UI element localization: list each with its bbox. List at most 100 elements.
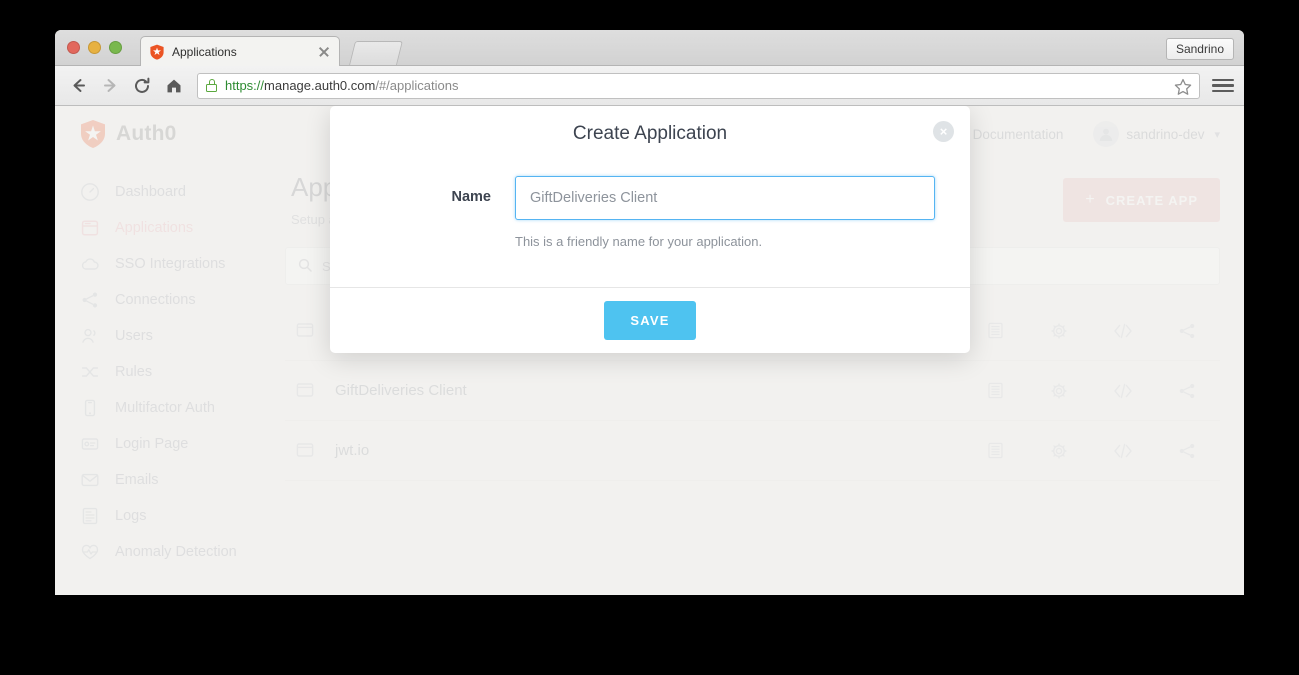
modal-body: Name GiftDeliveries Client This is a fri… [330,162,970,287]
sidebar-item-label: Logs [115,508,147,524]
close-icon-glyph: × [939,124,948,139]
reload-button[interactable] [129,73,155,99]
close-icon[interactable]: × [933,121,954,142]
sidebar-item-rules[interactable]: Rules [79,354,285,390]
logs-action-icon[interactable] [984,440,1006,462]
sidebar-item-logs[interactable]: Logs [79,498,285,534]
settings-action-icon[interactable] [1048,380,1070,402]
home-button[interactable] [161,73,187,99]
account-name: sandrino-dev [1126,126,1205,142]
sidebar-item-applications[interactable]: Applications [79,210,285,246]
sidebar-item-label: Applications [115,220,194,236]
logs-action-icon[interactable] [984,320,1006,342]
auth0-logo-text: Auth0 [116,122,177,145]
table-row[interactable]: jwt.io [285,421,1220,481]
tab-close-icon[interactable] [317,45,331,59]
cloud-icon [79,253,101,275]
sidebar-item-label: SSO Integrations [115,256,226,272]
secure-lock-icon [206,79,217,92]
auth0-logo[interactable]: Auth0 [79,119,177,149]
connections-icon [79,289,101,311]
browser-profile-name: Sandrino [1175,42,1224,56]
forward-button[interactable] [97,73,123,99]
account-menu[interactable]: sandrino-dev ▾ [1093,121,1220,147]
browser-tab-title: Applications [172,44,237,59]
screenshot-stage: Applications https://manage.auth0.com/#/… [0,0,1299,675]
quickstart-action-icon[interactable] [1112,440,1134,462]
name-field-column: GiftDeliveries Client This is a friendly… [515,176,940,249]
quickstart-action-icon[interactable] [1112,380,1134,402]
save-button[interactable]: SAVE [604,301,696,340]
gauge-icon [79,181,101,203]
sidebar-item-users[interactable]: Users [79,318,285,354]
avatar [1093,121,1120,147]
table-row[interactable]: GiftDeliveries Client [285,361,1220,421]
app-icon [295,380,317,402]
name-field-row: Name GiftDeliveries Client This is a fri… [360,176,940,249]
applications-icon [79,217,101,239]
chevron-down-icon: ▾ [1214,128,1220,141]
browser-tab-strip: Applications [55,30,1244,66]
url-path: /#/applications [375,78,459,93]
hamburger-menu-icon[interactable] [1212,73,1234,99]
row-actions [984,380,1216,402]
sidebar-item-label: Anomaly Detection [115,544,237,560]
url-scheme: https:// [225,78,265,93]
heartbeat-icon [79,541,101,563]
settings-action-icon[interactable] [1048,440,1070,462]
app-name: GiftDeliveries Client [335,382,467,399]
quickstart-action-icon[interactable] [1112,320,1134,342]
sidebar-item-multifactor-auth[interactable]: Multifactor Auth [79,390,285,426]
connections-action-icon[interactable] [1176,320,1198,342]
maximize-window-button[interactable] [109,41,122,54]
name-field-help: This is a friendly name for your applica… [515,234,763,249]
login-page-icon [79,433,101,455]
connections-action-icon[interactable] [1176,440,1198,462]
star-icon[interactable] [1173,77,1193,97]
name-field-label: Name [451,189,492,205]
envelope-icon [79,469,101,491]
modal-title: Create Application [572,123,728,144]
create-app-button[interactable]: + CREATE APP [1063,178,1220,222]
sidebar-item-anomaly-detection[interactable]: Anomaly Detection [79,534,285,570]
url-host: manage.auth0.com [264,78,376,93]
auth0-shield-icon [149,44,165,60]
users-icon [79,325,101,347]
app-icon [295,320,317,342]
logs-icon [79,505,101,527]
new-tab-button[interactable] [349,41,403,65]
sidebar-item-label: Users [115,328,153,344]
settings-action-icon[interactable] [1048,320,1070,342]
connections-action-icon[interactable] [1176,380,1198,402]
sidebar-item-label: Emails [115,472,159,488]
address-bar-url: https://manage.auth0.com/#/applications [225,78,458,93]
sidebar-item-connections[interactable]: Connections [79,282,285,318]
create-app-button-label: CREATE APP [1105,192,1198,208]
create-application-modal: Create Application × Name GiftDeliveries… [330,106,970,353]
modal-header: Create Application × [330,106,970,162]
sidebar-item-label: Rules [115,364,153,380]
address-bar[interactable]: https://manage.auth0.com/#/applications [197,72,1200,99]
app-name: jwt.io [335,442,370,459]
back-button[interactable] [65,73,91,99]
minimize-window-button[interactable] [88,41,101,54]
browser-toolbar: https://manage.auth0.com/#/applications [55,66,1244,106]
name-input[interactable]: GiftDeliveries Client [515,176,935,220]
plus-icon: + [1085,191,1096,208]
logs-action-icon[interactable] [984,380,1006,402]
sidebar-item-label: Login Page [115,436,189,452]
sidebar: Dashboard Applications SSO Integrations … [55,162,285,594]
sidebar-item-dashboard[interactable]: Dashboard [79,174,285,210]
browser-tab-applications[interactable]: Applications [140,36,340,66]
close-window-button[interactable] [67,41,80,54]
sidebar-item-sso-integrations[interactable]: SSO Integrations [79,246,285,282]
sidebar-item-emails[interactable]: Emails [79,462,285,498]
modal-footer: SAVE [330,287,970,353]
browser-profile-button[interactable]: Sandrino [1165,38,1234,60]
header-nav-documentation-label: Documentation [972,126,1064,142]
sidebar-item-label: Dashboard [115,184,186,200]
window-traffic-lights [67,41,122,54]
sidebar-item-login-page[interactable]: Login Page [79,426,285,462]
rules-icon [79,361,101,383]
search-icon [298,258,312,275]
